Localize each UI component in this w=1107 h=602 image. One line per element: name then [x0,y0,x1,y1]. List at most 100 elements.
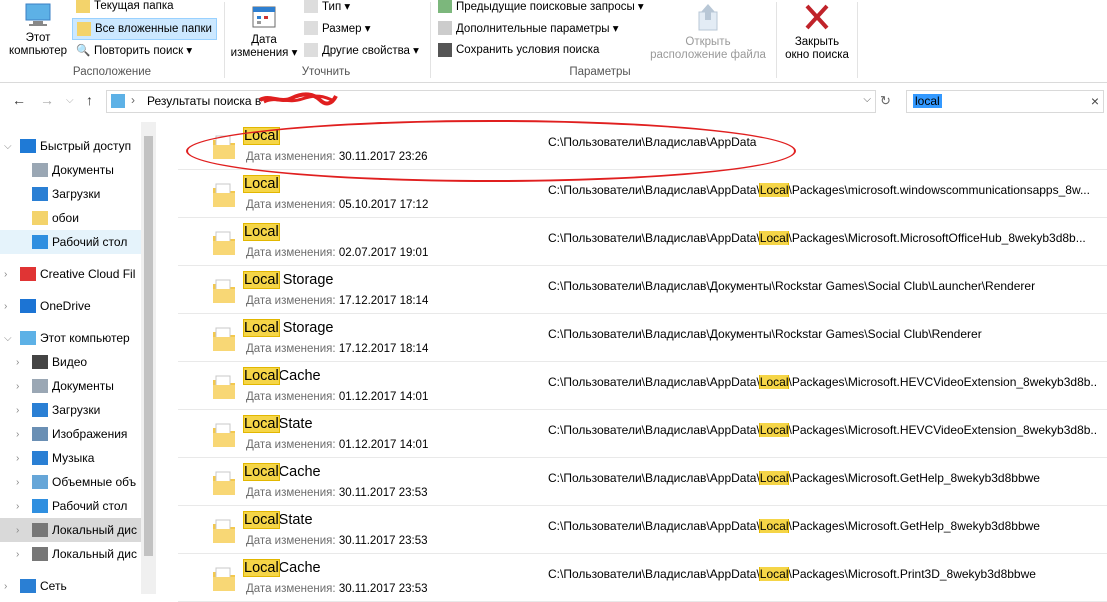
chevron-right-icon[interactable]: › [16,381,28,392]
result-date: 17.12.2017 18:14 [338,343,429,355]
chevron-right-icon[interactable]: › [16,477,28,488]
size-button[interactable]: Размер ▾ [304,18,371,38]
address-field[interactable]: › Результаты поиска в ⌵ [106,90,876,113]
nav-item[interactable]: Документы [0,158,152,182]
close-search-button[interactable]: Закрыть окно поиска [780,2,854,62]
chevron-down-icon[interactable]: ⌵ [863,94,871,105]
nav-item[interactable]: › Локальный дис [0,542,152,566]
save-search-button[interactable]: Сохранить условия поиска [438,40,599,60]
current-folder-button[interactable]: Текущая папка [76,0,174,16]
nav-item[interactable]: Рабочий стол [0,230,152,254]
date-label: Дата изменения: [246,391,336,403]
chevron-right-icon[interactable]: › [16,501,28,512]
date-label: Дата изменения: [246,343,336,355]
result-date: 01.12.2017 14:01 [338,391,429,403]
nav-item[interactable]: ⌵ Быстрый доступ [0,134,140,158]
this-pc-button[interactable]: Этот компьютер [6,2,70,58]
match-highlight: Local [243,415,280,433]
other-properties-button[interactable]: Другие свойства ▾ [304,40,419,60]
recent-locations-chevron-icon[interactable]: ⌵ [66,95,74,106]
chevron-right-icon[interactable]: › [16,405,28,416]
recent-searches-icon [438,0,452,13]
folder-icon [213,567,235,591]
chevron-down-icon[interactable]: ⌵ [4,141,16,152]
result-path: C:\Пользователи\Владислав\AppData\Local\… [548,519,1098,533]
up-arrow-icon[interactable]: ↑ [86,92,93,108]
name-rest: State [278,416,313,432]
search-input[interactable]: local × [906,90,1104,113]
nav-item[interactable]: › Изображения [0,422,152,446]
clear-search-icon[interactable]: × [1091,93,1099,109]
result-meta: Дата изменения: 17.12.2017 18:14 [246,295,428,307]
documents-icon [32,379,48,393]
forward-arrow-icon[interactable]: → [40,92,54,108]
result-row[interactable]: LocalState Дата изменения: 30.11.2017 23:… [178,506,1107,554]
result-row[interactable]: Local Storage Дата изменения: 17.12.2017 … [178,314,1107,362]
chevron-right-icon[interactable]: › [4,269,16,280]
result-row[interactable]: LocalCache Дата изменения: 01.12.2017 14:… [178,362,1107,410]
chevron-right-icon[interactable]: › [16,357,28,368]
path-highlight: Local [758,375,790,389]
folder-icon [213,519,235,543]
nav-item[interactable]: › Видео [0,350,152,374]
chevron-down-icon[interactable]: ⌵ [4,333,16,344]
nav-item[interactable]: ⌵ Этот компьютер [0,326,140,350]
date-label: Дата изменения: [246,295,336,307]
path-suffix: \Packages\Microsoft.HEVCVideoExtension_8… [788,375,1098,389]
refresh-icon[interactable]: ↻ [880,93,891,109]
nav-item[interactable]: › Объемные объ [0,470,152,494]
date-modified-button[interactable]: Дата изменения ▾ [228,4,300,60]
folder-icon [213,231,235,255]
search-again-button[interactable]: 🔍 Повторить поиск ▾ [76,40,192,60]
result-row[interactable]: LocalCache Дата изменения: 30.11.2017 23:… [178,458,1107,506]
nav-item[interactable]: › Сеть [0,574,140,598]
nav-item[interactable]: обои [0,206,152,230]
open-location-button[interactable]: Открыть расположение файла [644,2,772,62]
result-path: C:\Пользователи\Владислав\AppData\Local\… [548,375,1098,389]
nav-item[interactable]: Загрузки [0,182,152,206]
nav-scrollbar[interactable] [141,122,156,594]
nav-item[interactable]: › Загрузки [0,398,152,422]
back-arrow-icon[interactable]: ← [12,92,26,108]
nav-item[interactable]: › Локальный дис [0,518,152,542]
result-row[interactable]: LocalState Дата изменения: 01.12.2017 14:… [178,410,1107,458]
path-suffix: \Packages\Microsoft.MicrosoftOfficeHub_8… [788,231,1086,245]
name-rest: Storage [278,320,334,336]
chevron-right-icon[interactable]: › [16,525,28,536]
all-subfolders-button[interactable]: Все вложенные папки [72,18,217,40]
nav-item[interactable]: › Документы [0,374,152,398]
path-highlight: Local [758,423,790,437]
nav-scroll-thumb[interactable] [144,136,153,556]
nav-item[interactable]: › Creative Cloud Fil [0,262,140,286]
result-name: LocalState [243,511,313,529]
path-suffix: \Packages\Microsoft.HEVCVideoExtension_8… [788,423,1098,437]
result-row[interactable]: LocalCache Дата изменения: 30.11.2017 23:… [178,554,1107,602]
search-again-label: Повторить поиск ▾ [94,45,193,57]
chevron-right-icon[interactable]: › [16,429,28,440]
chevron-right-icon[interactable]: › [4,301,16,312]
nav-item-label: Локальный дис [52,547,137,561]
result-row[interactable]: Local Storage Дата изменения: 17.12.2017 … [178,266,1107,314]
result-name: Local [243,223,280,241]
nav-item-label: Локальный дис [52,523,137,537]
chevron-right-icon[interactable]: › [16,453,28,464]
nav-item-label: Документы [52,163,114,177]
match-highlight: Local [243,223,280,241]
separator [857,2,858,78]
nav-item[interactable]: › Музыка [0,446,152,470]
nav-item[interactable]: › OneDrive [0,294,140,318]
nav-item[interactable]: › Рабочий стол [0,494,152,518]
recent-searches-button[interactable]: Предыдущие поисковые запросы ▾ [438,0,644,16]
nav-item-label: Быстрый доступ [40,139,132,153]
path-prefix: C:\Пользователи\Владислав\AppData\ [548,519,760,533]
chevron-right-icon[interactable]: › [4,581,16,592]
match-highlight: Local [243,559,280,577]
path-highlight: Local [758,471,790,485]
downloads-icon [32,187,48,201]
chevron-right-icon[interactable]: › [16,549,28,560]
advanced-options-button[interactable]: Дополнительные параметры ▾ [438,18,618,38]
type-button[interactable]: Тип ▾ [304,0,350,16]
result-row[interactable]: Local Дата изменения: 02.07.2017 19:01 C:\… [178,218,1107,266]
separator [430,2,431,78]
nav-item-label: Загрузки [52,187,101,201]
